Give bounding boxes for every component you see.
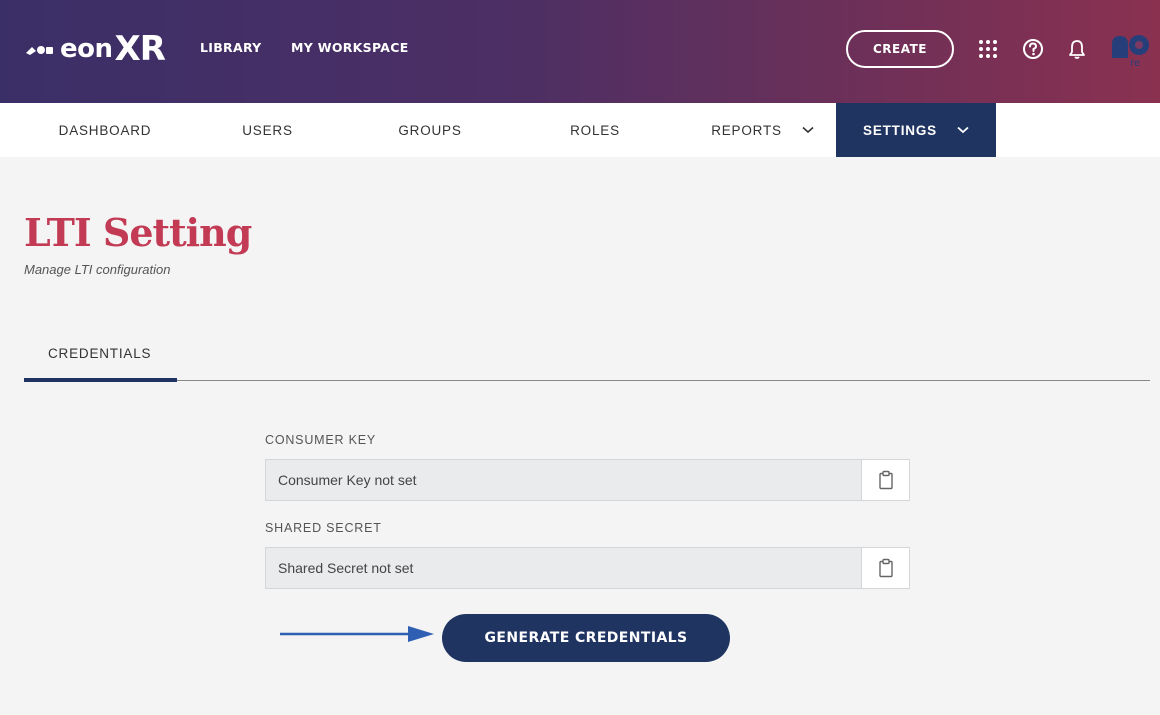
subnav-item-label: REPORTS bbox=[711, 122, 782, 138]
consumer-key-label: CONSUMER KEY bbox=[265, 433, 377, 447]
subnav-item-roles[interactable]: ROLES bbox=[560, 103, 630, 157]
chevron-down-icon bbox=[957, 126, 969, 134]
avatar[interactable]: re bbox=[1108, 30, 1152, 70]
nav-library-link[interactable]: LIBRARY bbox=[200, 40, 262, 55]
subnav-item-settings[interactable]: SETTINGS bbox=[836, 103, 996, 157]
subnav-item-groups[interactable]: GROUPS bbox=[390, 103, 470, 157]
subnav-item-label: USERS bbox=[242, 122, 293, 138]
copy-consumer-key-button[interactable] bbox=[861, 459, 910, 501]
page-subtitle: Manage LTI configuration bbox=[24, 262, 171, 277]
nav-my-workspace-link[interactable]: MY WORKSPACE bbox=[291, 40, 409, 55]
subnav-item-dashboard[interactable]: DASHBOARD bbox=[55, 103, 155, 157]
page-title: LTI Setting bbox=[24, 210, 252, 255]
settings-subnav: DASHBOARD USERS GROUPS ROLES REPORTS SET… bbox=[0, 103, 1160, 157]
arrow-annotation-icon bbox=[280, 626, 434, 642]
chevron-down-icon bbox=[802, 126, 814, 134]
clipboard-icon bbox=[878, 470, 893, 490]
subnav-item-users[interactable]: USERS bbox=[230, 103, 305, 157]
consumer-key-input[interactable]: Consumer Key not set bbox=[265, 459, 861, 501]
top-header: eon XR LIBRARY MY WORKSPACE CREATE re bbox=[0, 0, 1160, 103]
generate-credentials-button[interactable]: GENERATE CREDENTIALS bbox=[442, 614, 730, 662]
avatar-initials: re bbox=[1130, 58, 1140, 69]
logo-mark-icon bbox=[26, 46, 53, 55]
tab-divider bbox=[24, 380, 1150, 381]
copy-shared-secret-button[interactable] bbox=[861, 547, 910, 589]
logo-xr-text: XR bbox=[114, 29, 166, 69]
active-tab-indicator bbox=[24, 378, 177, 382]
subnav-item-reports[interactable]: REPORTS bbox=[700, 103, 825, 157]
subnav-item-label: SETTINGS bbox=[863, 122, 937, 138]
subnav-item-label: ROLES bbox=[570, 122, 620, 138]
help-icon[interactable] bbox=[1021, 37, 1045, 61]
create-button[interactable]: CREATE bbox=[846, 30, 954, 68]
bell-icon[interactable] bbox=[1065, 37, 1089, 61]
consumer-key-field-group: Consumer Key not set bbox=[265, 459, 910, 501]
subnav-item-label: DASHBOARD bbox=[58, 122, 152, 138]
shared-secret-input[interactable]: Shared Secret not set bbox=[265, 547, 861, 589]
apps-grid-icon[interactable] bbox=[976, 37, 1000, 61]
eonxr-logo[interactable]: eon XR bbox=[24, 29, 166, 69]
tab-credentials[interactable]: CREDENTIALS bbox=[48, 346, 151, 361]
subnav-item-label: GROUPS bbox=[398, 122, 462, 138]
clipboard-icon bbox=[878, 558, 893, 578]
logo-text: eon bbox=[60, 34, 113, 64]
shared-secret-label: SHARED SECRET bbox=[265, 521, 382, 535]
shared-secret-field-group: Shared Secret not set bbox=[265, 547, 910, 589]
